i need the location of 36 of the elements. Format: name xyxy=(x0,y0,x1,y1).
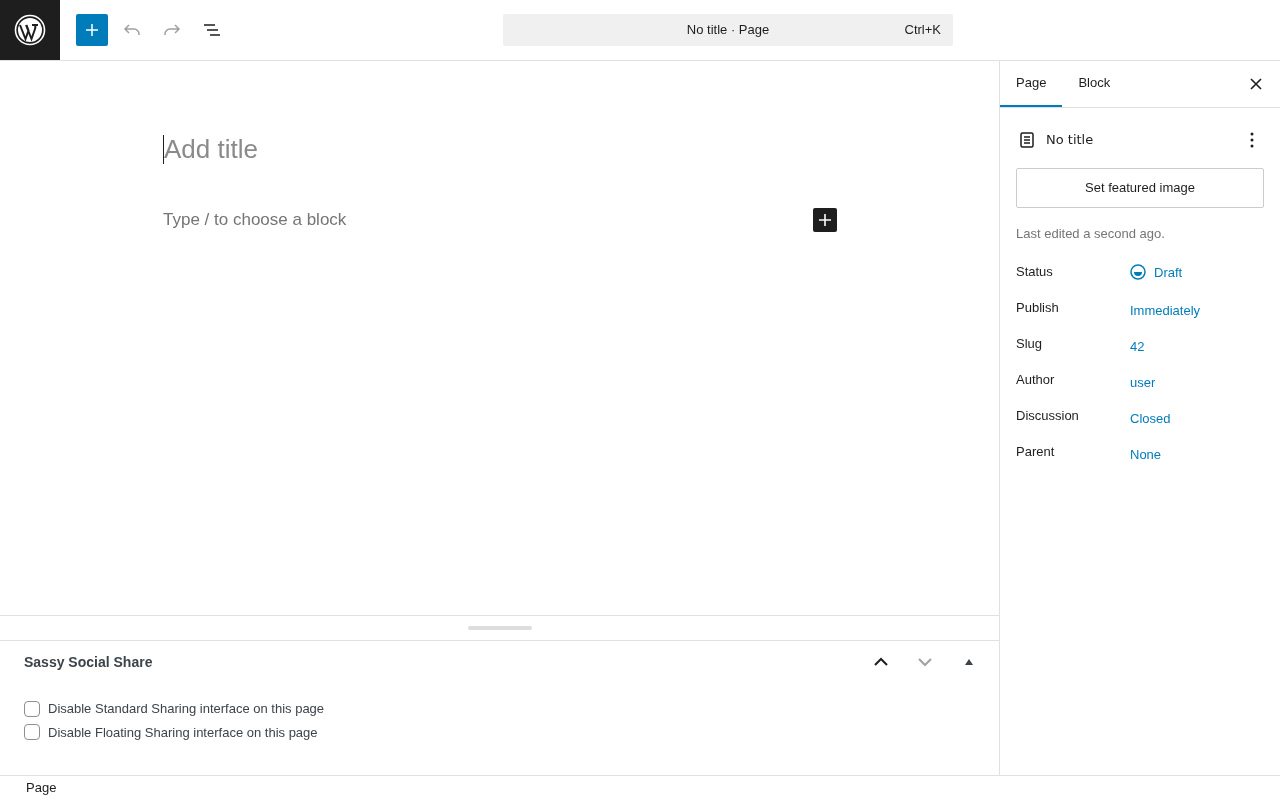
page-icon xyxy=(1020,132,1034,148)
status-link[interactable]: Draft xyxy=(1130,262,1183,282)
field-link[interactable]: user xyxy=(1130,372,1156,392)
block-inserter-button[interactable] xyxy=(813,207,837,232)
command-bar[interactable]: No title · Page Ctrl+K xyxy=(503,14,953,46)
title-field[interactable]: Add title xyxy=(164,129,258,169)
shortcut-hint: Ctrl+K xyxy=(904,21,941,40)
block-placeholder[interactable]: Type / to choose a block xyxy=(163,207,347,233)
panel-title: Sassy Social Share xyxy=(24,652,154,672)
field-label: Discussion xyxy=(1016,406,1080,425)
wordpress-logo[interactable] xyxy=(0,0,60,60)
field-label: Parent xyxy=(1016,442,1056,461)
last-edited-text: Last edited a second ago. xyxy=(1016,225,1166,243)
field-link[interactable]: Immediately xyxy=(1130,300,1201,320)
draft-status-icon xyxy=(1130,264,1146,281)
field-label: Publish xyxy=(1016,298,1060,317)
field-label: Status xyxy=(1016,262,1054,281)
add-block-button[interactable] xyxy=(76,14,108,46)
checkbox[interactable] xyxy=(24,724,40,741)
field-label: Author xyxy=(1016,370,1056,389)
checkbox[interactable] xyxy=(24,700,40,717)
sidebar-tab[interactable]: Block xyxy=(1062,61,1127,107)
triangle-icon xyxy=(964,658,974,666)
field-label: Slug xyxy=(1016,334,1044,353)
resize-handle[interactable] xyxy=(467,626,532,630)
checkbox-label: Disable Standard Sharing interface on this page xyxy=(48,700,325,718)
set-featured-image-button[interactable]: Set featured image xyxy=(1016,168,1264,208)
sidebar-tab[interactable]: Page xyxy=(1000,61,1063,107)
plus-icon xyxy=(818,212,832,227)
document-title: No title xyxy=(1046,131,1095,150)
breadcrumb-link[interactable]: Page xyxy=(26,778,57,798)
checkbox-label: Disable Floating Sharing interface on this page xyxy=(48,723,318,742)
wordpress-logo-icon xyxy=(14,14,46,46)
field-link[interactable]: 42 xyxy=(1130,336,1145,356)
field-link[interactable]: None xyxy=(1130,444,1162,464)
field-link[interactable]: Closed xyxy=(1130,408,1171,428)
